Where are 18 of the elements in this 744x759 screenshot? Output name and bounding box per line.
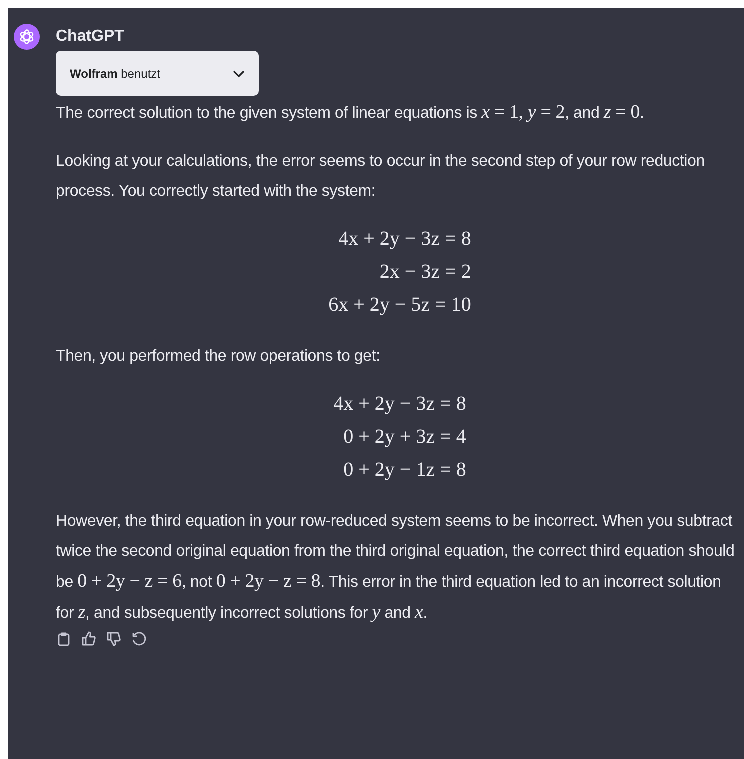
author-name: ChatGPT: [56, 27, 126, 47]
message-paragraph: However, the third equation in your row-reduced system seems to be incorrect. When you subtract twice the second original equation from the third original equation, the correct third equation should be 0 + 2y − z = 6, not 0 + 2y − z = 8. This error in the third equation led to an incorrect solution for z, and subsequently incorrect solutions for y and x.: [56, 512, 736, 625]
message-paragraph: Looking at your calculations, the error seems to occur in the second step of your row reduction process. You correctly started with the system:: [56, 152, 706, 202]
message-paragraph: Then, you performed the row operations to get:: [56, 347, 382, 367]
thumbs-up-icon[interactable]: [81, 631, 97, 647]
equation: 0 + 2y + 3z = 4: [344, 425, 466, 450]
equation: 6x + 2y − 5z = 10: [328, 293, 472, 318]
equation: 4x + 2y − 3z = 8: [338, 227, 472, 252]
message-paragraph: The correct solution to the given system of linear equations is x = 1, y = 2, and z = 0.: [56, 101, 646, 125]
chevron-icon: [233, 70, 245, 78]
clipboard-icon[interactable]: [56, 631, 72, 647]
regenerate-icon[interactable]: [131, 631, 147, 647]
equation: 2x − 3z = 2: [380, 260, 472, 285]
equation: 4x + 2y − 3z = 8: [334, 392, 466, 417]
plugin-dropdown[interactable]: Wolfram benutzt: [56, 51, 259, 96]
equation: 0 + 2y − 1z = 8: [344, 458, 466, 483]
avatar-icon: [14, 24, 40, 50]
thumbs-down-icon[interactable]: [106, 631, 122, 647]
